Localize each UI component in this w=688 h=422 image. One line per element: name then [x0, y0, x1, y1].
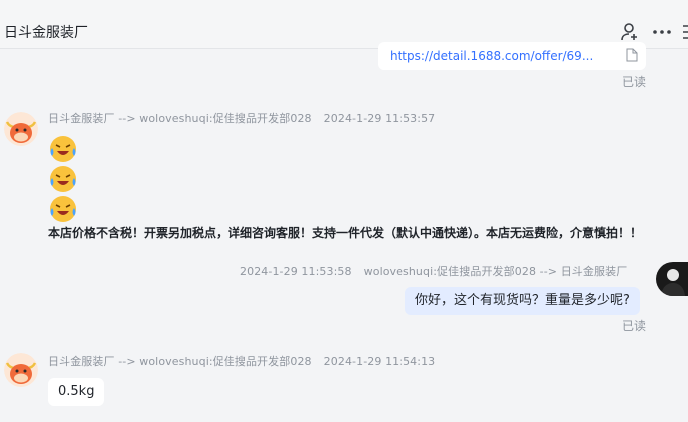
store-message-bubble[interactable]: 0.5kg [48, 378, 104, 406]
message-meta: 2024-1-29 11:53:58 woloveshuqi:促佳搜品开发部028… [240, 263, 627, 279]
message-sender: 日斗金服装厂 --> woloveshuqi:促佳搜品开发部028 [48, 355, 312, 368]
laughing-crying-emoji [50, 166, 76, 192]
message-time: 2024-1-29 11:53:57 [323, 112, 436, 125]
bull-avatar-icon [4, 112, 38, 146]
avatar[interactable] [4, 353, 38, 387]
message-sender: 日斗金服装厂 --> woloveshuqi:促佳搜品开发部028 [48, 112, 312, 125]
user-add-icon[interactable] [620, 22, 640, 42]
message-meta: 日斗金服装厂 --> woloveshuqi:促佳搜品开发部028 2024-1-… [48, 353, 435, 369]
user-avatar-icon [656, 262, 688, 296]
message-sender: woloveshuqi:促佳搜品开发部028 --> 日斗金服装厂 [363, 265, 628, 278]
laughing-crying-emoji [50, 136, 76, 162]
store-notice-text: 本店价格不含税！开票另加税点，详细咨询客服！支持一件代发（默认中通快递）。本店无… [48, 226, 643, 240]
read-status: 已读 [622, 319, 647, 333]
chat-title: 日斗金服装厂 [4, 25, 88, 41]
document-icon [626, 48, 638, 62]
message-time: 2024-1-29 11:54:13 [323, 355, 436, 368]
avatar[interactable] [656, 262, 688, 296]
message-text: 0.5kg [58, 384, 95, 399]
self-message-bubble[interactable]: 你好，这个有现货吗？重量是多少呢? [405, 287, 640, 315]
panel-icon[interactable] [681, 22, 688, 42]
avatar[interactable] [4, 112, 38, 146]
message-text: 你好，这个有现货吗？重量是多少呢? [415, 293, 630, 308]
read-status: 已读 [622, 75, 647, 89]
link-message-bubble[interactable]: https://detail.1688.com/offer/69... [378, 42, 646, 70]
message-meta: 日斗金服装厂 --> woloveshuqi:促佳搜品开发部028 2024-1-… [48, 110, 435, 126]
more-icon[interactable] [652, 22, 672, 42]
message-time: 2024-1-29 11:53:58 [240, 265, 352, 278]
bull-avatar-icon [4, 353, 38, 387]
laughing-crying-emoji [50, 196, 76, 222]
product-link[interactable]: https://detail.1688.com/offer/69... [390, 49, 593, 63]
